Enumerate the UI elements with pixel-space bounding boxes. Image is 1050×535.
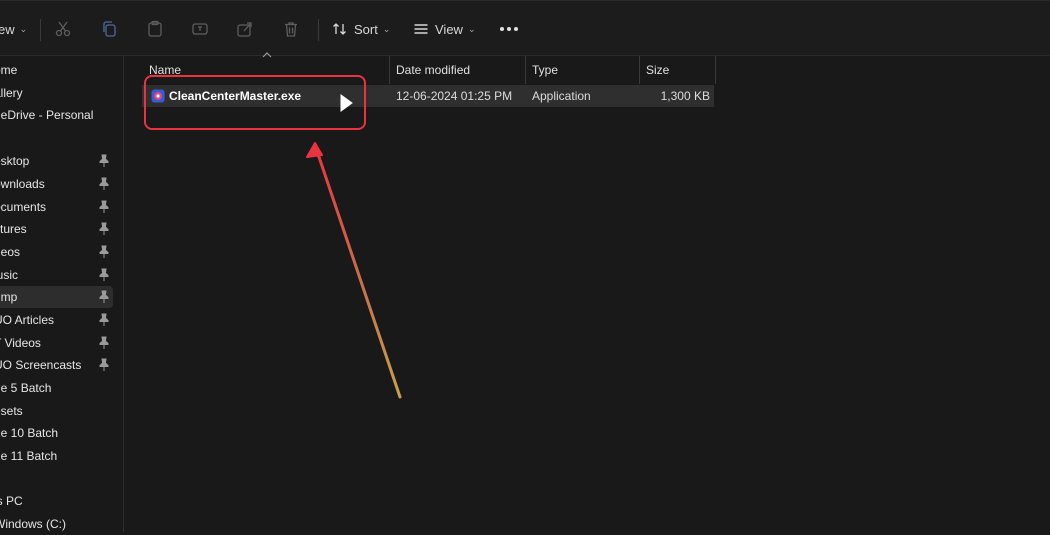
- column-divider[interactable]: [639, 56, 640, 84]
- file-size: 1,300 KB: [660, 89, 710, 103]
- trash-icon: [285, 22, 297, 37]
- sidebar-item-label: Windows (C:): [0, 517, 67, 531]
- sidebar-item-label: ctures: [0, 222, 27, 236]
- rename-button[interactable]: [191, 15, 209, 43]
- sidebar-item-screencasts[interactable]: UO Screencasts: [0, 354, 113, 376]
- pin-icon: [99, 290, 109, 303]
- chevron-down-icon: ⌄: [19, 23, 28, 34]
- sidebar-item-label: esets: [0, 404, 23, 418]
- sidebar-item-label: allery: [0, 86, 23, 100]
- sidebar-item-label: neDrive - Personal: [0, 108, 94, 122]
- clipboard-icon: [148, 20, 162, 37]
- rename-icon: [192, 23, 208, 35]
- pin-icon: [99, 177, 109, 190]
- pin-icon: [99, 245, 109, 258]
- more-dot-icon: [514, 27, 518, 31]
- sidebar-item-label: ne 5 Batch: [0, 381, 52, 395]
- sidebar-item-batch-5[interactable]: ne 5 Batch: [0, 377, 113, 399]
- pin-icon: [99, 222, 109, 235]
- view-label: View: [435, 21, 463, 37]
- chevron-down-icon: ⌄: [382, 23, 391, 34]
- sidebar-item-label: UO Articles: [0, 313, 55, 327]
- share-icon: [237, 22, 252, 37]
- sidebar-item-t-videos[interactable]: T Videos: [0, 332, 113, 354]
- sidebar-item-label: T Videos: [0, 336, 41, 350]
- column-header-date-modified[interactable]: Date modified: [396, 58, 470, 82]
- file-type: Application: [532, 89, 591, 103]
- column-header-size[interactable]: Size: [646, 58, 669, 82]
- sidebar-item-batch-11[interactable]: ne 11 Batch: [0, 445, 113, 467]
- sidebar-item-downloads[interactable]: ownloads: [0, 173, 113, 195]
- pin-icon: [99, 336, 109, 349]
- view-left-label: ew: [0, 21, 15, 37]
- pin-icon: [99, 313, 109, 326]
- sidebar-item-label: ocuments: [0, 200, 47, 214]
- list-view-icon: [414, 24, 428, 34]
- sidebar-item-batch-10[interactable]: ne 10 Batch: [0, 422, 113, 444]
- delete-button[interactable]: [282, 15, 300, 43]
- see-more-button[interactable]: [500, 15, 518, 43]
- sidebar-item-label: UO Screencasts: [0, 358, 82, 372]
- command-bar: ew ⌄ Sort ⌄ View ⌄: [0, 0, 1050, 56]
- column-header-type[interactable]: Type: [532, 58, 558, 82]
- sidebar-item-desktop[interactable]: esktop: [0, 150, 113, 172]
- sidebar-item-articles[interactable]: UO Articles: [0, 309, 113, 331]
- scissors-icon: [55, 21, 71, 37]
- sidebar-item-music[interactable]: lusic: [0, 264, 113, 286]
- file-date-modified: 12-06-2024 01:25 PM: [396, 89, 513, 103]
- sidebar-item-label: is PC: [0, 494, 23, 508]
- column-divider[interactable]: [715, 56, 716, 84]
- toolbar-divider: [40, 19, 41, 41]
- sidebar-item-presets[interactable]: esets: [0, 400, 113, 422]
- new-view-button[interactable]: ew ⌄: [0, 15, 27, 43]
- pin-icon: [99, 358, 109, 371]
- more-dot-icon: [507, 27, 511, 31]
- cut-button[interactable]: [54, 15, 72, 43]
- sidebar-item-documents[interactable]: ocuments: [0, 196, 113, 218]
- sidebar-item-label: ne 11 Batch: [0, 449, 58, 463]
- navigation-pane: ome allery neDrive - Personal esktop own…: [0, 56, 124, 532]
- pin-icon: [99, 268, 109, 281]
- sidebar-item-label: esktop: [0, 154, 30, 168]
- sidebar-item-label: ne 10 Batch: [0, 426, 59, 440]
- pin-icon: [99, 200, 109, 213]
- sidebar-item-label: ownloads: [0, 177, 45, 191]
- sidebar-item-onedrive[interactable]: neDrive - Personal: [0, 104, 113, 126]
- sidebar-item-label: ome: [0, 63, 18, 77]
- copy-button[interactable]: [100, 15, 118, 43]
- sidebar-item-label: lusic: [0, 268, 19, 282]
- sidebar-item-label: ump: [0, 290, 18, 304]
- sidebar-item-gallery[interactable]: allery: [0, 82, 113, 104]
- sidebar-item-label: deos: [0, 245, 21, 259]
- column-divider[interactable]: [389, 56, 390, 84]
- share-button[interactable]: [236, 15, 254, 43]
- sidebar-item-videos[interactable]: deos: [0, 241, 113, 263]
- sidebar-item-this-pc[interactable]: is PC: [0, 490, 113, 512]
- sort-ascending-icon: [262, 52, 272, 58]
- chevron-down-icon: ⌄: [467, 23, 476, 34]
- sort-icon: [333, 23, 346, 35]
- sidebar-item-pictures[interactable]: ctures: [0, 218, 113, 240]
- sort-button[interactable]: Sort ⌄: [332, 15, 390, 43]
- more-dot-icon: [500, 27, 504, 31]
- highlight-box: [144, 75, 366, 130]
- paste-button[interactable]: [146, 15, 164, 43]
- sidebar-item-dump[interactable]: ump: [0, 286, 113, 308]
- pin-icon: [99, 154, 109, 167]
- column-divider[interactable]: [525, 56, 526, 84]
- sort-label: Sort: [354, 21, 378, 37]
- view-button[interactable]: View ⌄: [413, 15, 476, 43]
- copy-icon: [103, 21, 116, 37]
- toolbar-divider: [318, 19, 319, 41]
- sidebar-item-home[interactable]: ome: [0, 59, 113, 81]
